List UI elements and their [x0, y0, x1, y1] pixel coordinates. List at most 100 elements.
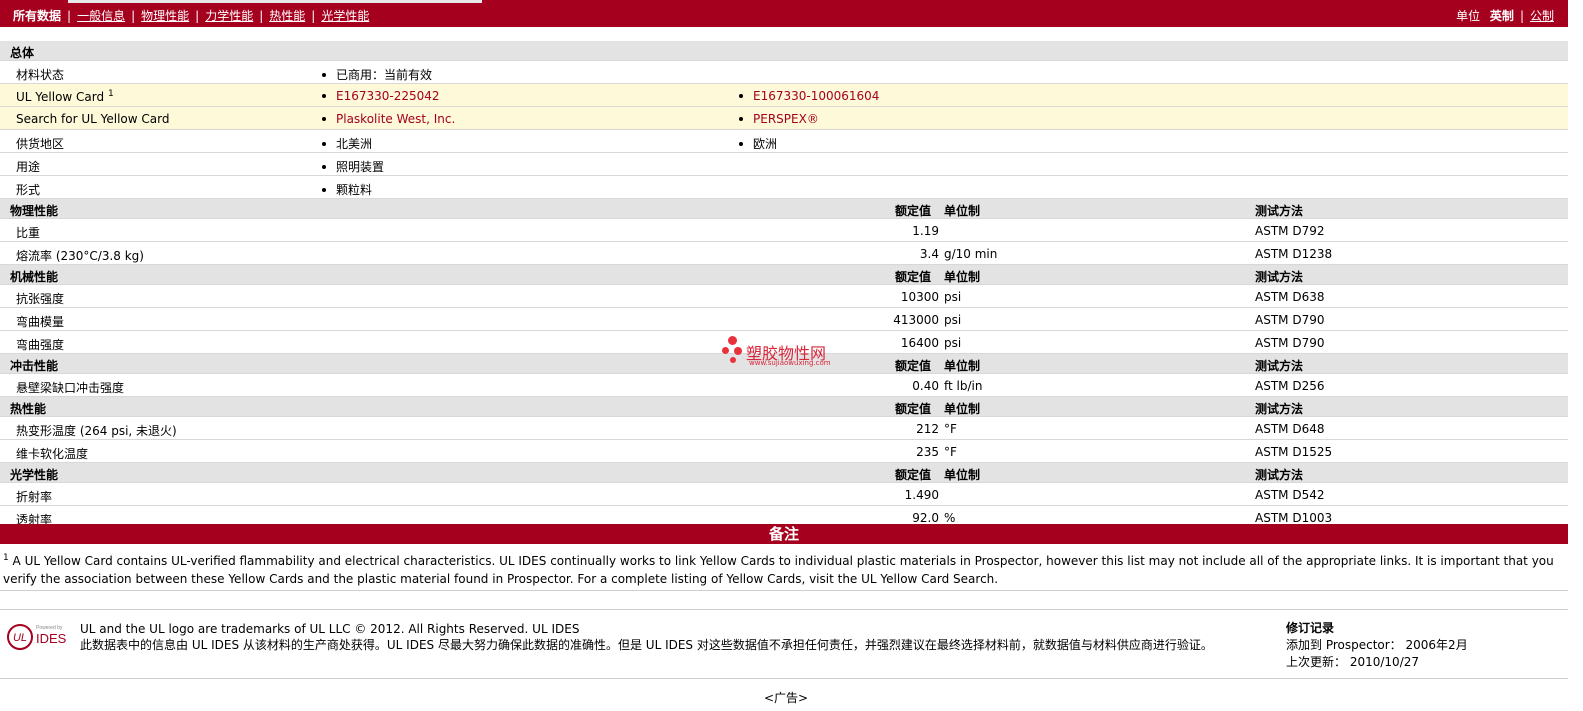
row-value: 16400	[900, 336, 939, 350]
row-unit: °F	[944, 422, 957, 436]
row-method: ASTM D1525	[1255, 445, 1333, 459]
table-row: 弯曲模量 413000 psi ASTM D790	[0, 308, 1568, 331]
row-label: 热变形温度 (264 psi, 未退火)	[16, 424, 177, 438]
top-nav-bar: 所有数据 | 一般信息 | 物理性能 | 力学性能 | 热性能 | 光学性能 单位 英制 | 公制	[0, 0, 1568, 27]
row-label: 抗张强度	[16, 292, 65, 306]
legal-text: UL and the UL logo are trademarks of UL …	[80, 621, 1270, 653]
col-header-method: 测试方法	[1255, 468, 1304, 482]
yellow-card-search-link[interactable]: UL Yellow Card Search	[861, 572, 994, 586]
col-header-unit: 单位制	[944, 204, 981, 218]
notes-end: .	[994, 572, 999, 586]
table-row: 形式 颗粒料	[0, 176, 1568, 199]
svg-text:UL: UL	[13, 632, 27, 644]
section-header-physical: 物理性能 额定值 单位制 测试方法	[0, 199, 1568, 219]
section-nav: 所有数据 | 一般信息 | 物理性能 | 力学性能 | 热性能 | 光学性能	[13, 9, 370, 23]
row-label: 悬壁梁缺口冲击强度	[16, 381, 125, 395]
row-method: ASTM D790	[1255, 313, 1325, 327]
divider	[0, 609, 1568, 610]
bullet-icon	[322, 116, 326, 121]
row-label: 熔流率 (230°C/3.8 kg)	[16, 249, 144, 263]
section-header-optical: 光学性能 额定值 单位制 测试方法	[0, 463, 1568, 483]
nav-general[interactable]: 一般信息	[77, 9, 125, 23]
nav-optical[interactable]: 光学性能	[321, 9, 369, 23]
row-value: 212	[916, 422, 939, 436]
section-header-thermal: 热性能 额定值 单位制 测试方法	[0, 397, 1568, 417]
tab-strip-remnant	[68, 0, 482, 3]
notes-header: 备注	[0, 524, 1568, 544]
section-header-mechanical: 机械性能 额定值 单位制 测试方法	[0, 265, 1568, 285]
col-header-value: 额定值	[895, 402, 932, 416]
section-title: 机械性能	[10, 270, 59, 284]
svg-text:IDES: IDES	[36, 631, 67, 646]
bullet-icon	[322, 164, 326, 169]
table-row: 维卡软化温度 235 °F ASTM D1525	[0, 440, 1568, 463]
divider	[0, 678, 1568, 679]
col-header-value: 额定值	[895, 359, 932, 373]
nav-physical[interactable]: 物理性能	[141, 9, 189, 23]
bullet-icon	[322, 141, 326, 146]
datasheet-table: 总体 材料状态 已商用：当前有效 UL Yellow Card 1 E16733…	[0, 41, 1568, 529]
row-method: ASTM D1003	[1255, 511, 1333, 525]
nav-mechanical[interactable]: 力学性能	[205, 9, 253, 23]
row-unit: psi	[944, 336, 962, 350]
revision-title: 修订记录	[1286, 621, 1335, 635]
row-value: 1.490	[904, 488, 939, 502]
yellow-card-link-2[interactable]: E167330-100061604	[739, 89, 879, 103]
units-imperial[interactable]: 英制	[1490, 9, 1514, 23]
row-value: 照明装置	[322, 158, 384, 175]
search-link-2[interactable]: PERSPEX®	[739, 112, 819, 126]
col-header-value: 额定值	[895, 270, 932, 284]
col-header-value: 额定值	[895, 468, 932, 482]
notes-body: 1 A UL Yellow Card contains UL-verified …	[3, 549, 1563, 588]
table-row: 供货地区 北美洲 欧洲	[0, 130, 1568, 153]
table-row: 用途 照明装置	[0, 153, 1568, 176]
row-unit: °F	[944, 445, 957, 459]
row-value: 欧洲	[739, 135, 777, 152]
row-label: 比重	[16, 226, 41, 240]
row-label: UL Yellow Card 1	[16, 89, 114, 104]
row-unit: %	[944, 511, 956, 525]
row-method: ASTM D790	[1255, 336, 1325, 350]
col-header-unit: 单位制	[944, 359, 981, 373]
added-label: 添加到 Prospector：	[1286, 638, 1402, 652]
nav-all-data[interactable]: 所有数据	[13, 9, 61, 23]
section-title: 光学性能	[10, 468, 59, 482]
row-value: 10300	[900, 290, 939, 304]
nav-thermal[interactable]: 热性能	[269, 9, 305, 23]
section-title: 热性能	[10, 402, 47, 416]
bullet-icon	[739, 141, 743, 146]
search-link-1[interactable]: Plaskolite West, Inc.	[322, 112, 455, 126]
updated-value: 2010/10/27	[1349, 655, 1420, 669]
ul-ides-logo: UL Powered by IDES	[7, 624, 67, 650]
row-label: 弯曲模量	[16, 315, 65, 329]
row-value: 颗粒料	[322, 181, 372, 198]
table-row: 热变形温度 (264 psi, 未退火) 212 °F ASTM D648	[0, 417, 1568, 440]
col-header-method: 测试方法	[1255, 204, 1304, 218]
notes-text: A UL Yellow Card contains UL-verified fl…	[3, 554, 1554, 586]
legal-line-2: 此数据表中的信息由 UL IDES 从该材料的生产商处获得。UL IDES 尽最…	[80, 638, 1213, 652]
section-title: 冲击性能	[10, 359, 59, 373]
section-title: 总体	[10, 46, 35, 60]
table-row: 比重 1.19 ASTM D792	[0, 219, 1568, 242]
updated-label: 上次更新：	[1286, 655, 1347, 669]
bullet-icon	[322, 187, 326, 192]
row-method: ASTM D638	[1255, 290, 1325, 304]
col-header-unit: 单位制	[944, 402, 981, 416]
row-label: 折射率	[16, 490, 53, 504]
units-metric[interactable]: 公制	[1530, 9, 1554, 23]
row-unit: psi	[944, 313, 962, 327]
row-method: ASTM D792	[1255, 224, 1325, 238]
col-header-method: 测试方法	[1255, 359, 1304, 373]
watermark-logo: 塑胶物性网 www.sujiaowuxing.com	[722, 336, 852, 370]
row-label: 材料状态	[16, 68, 65, 82]
added-value: 2006年2月	[1405, 638, 1468, 652]
yellow-card-link-1[interactable]: E167330-225042	[322, 89, 440, 103]
table-row: 材料状态 已商用：当前有效	[0, 61, 1568, 84]
row-value: 3.4	[919, 247, 939, 261]
col-header-value: 额定值	[895, 204, 932, 218]
row-unit: g/10 min	[944, 247, 998, 261]
table-row-search-yellow-card: Search for UL Yellow Card Plaskolite Wes…	[0, 107, 1568, 130]
row-label: 维卡软化温度	[16, 447, 89, 461]
units-label: 单位	[1456, 9, 1481, 23]
row-value: 235	[916, 445, 939, 459]
